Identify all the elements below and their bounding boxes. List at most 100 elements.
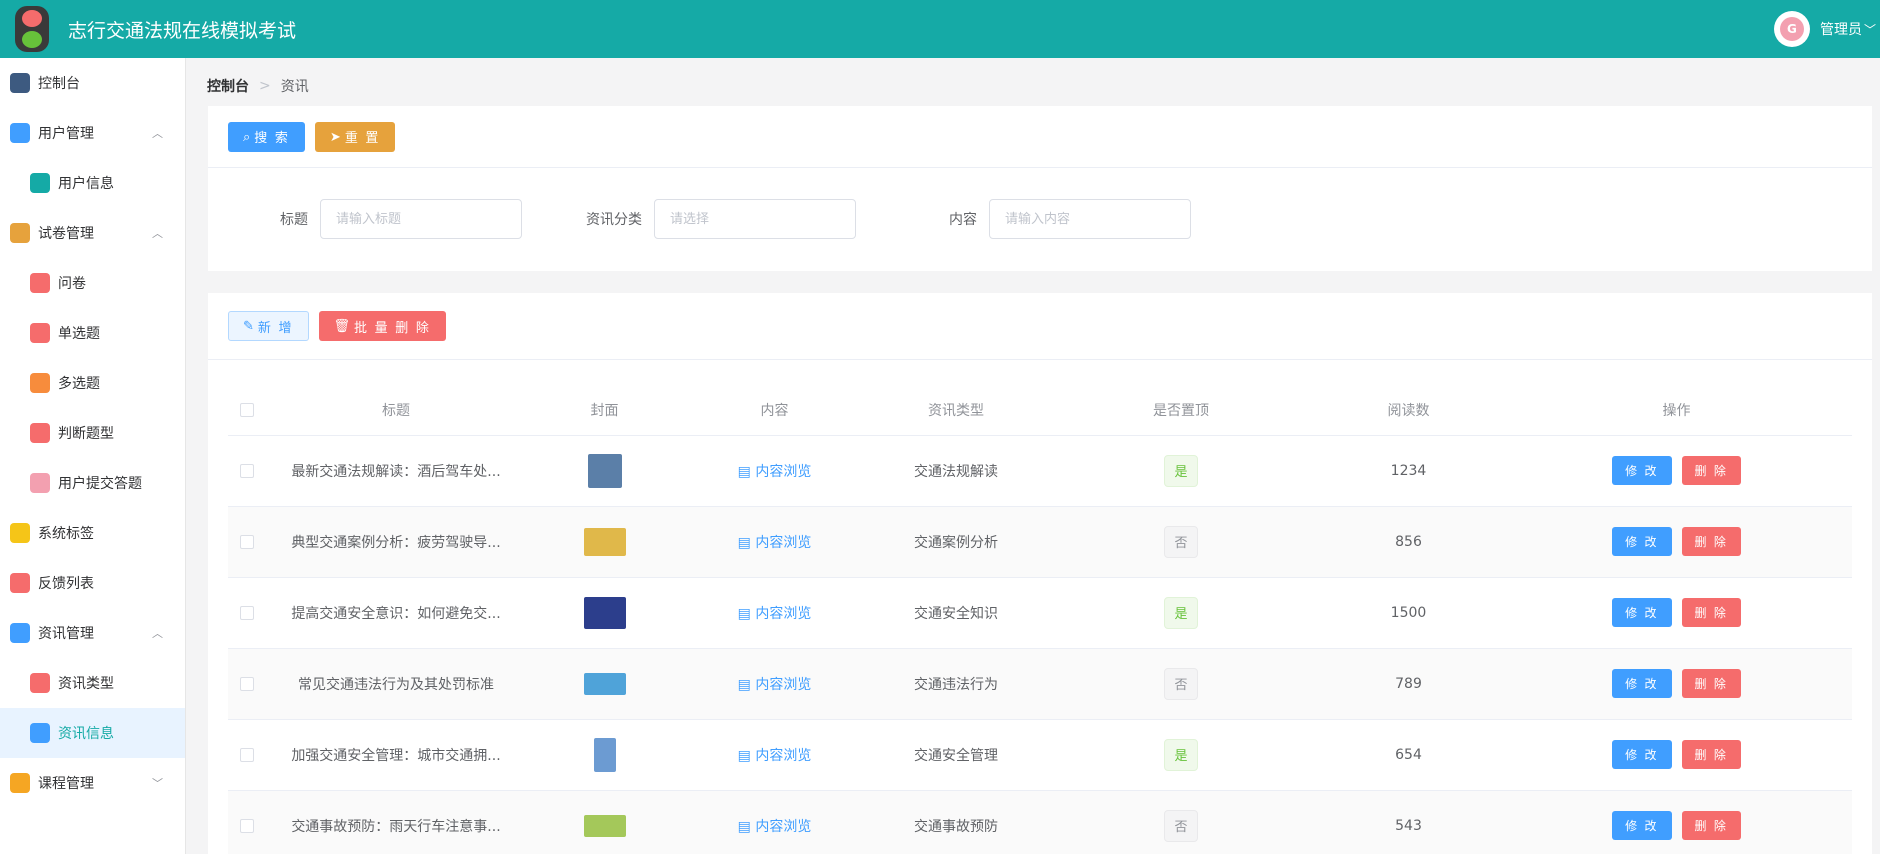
row-checkbox-cell [228, 506, 266, 578]
cover-image[interactable] [583, 596, 626, 629]
view-content-link[interactable]: ▤ 内容浏览 [738, 606, 812, 622]
row-reads: 856 [1316, 506, 1501, 578]
edit-button[interactable]: 修 改 [1612, 740, 1672, 769]
sidebar-item[interactable]: 课程管理 ﹀ [0, 758, 185, 808]
sidebar-item[interactable]: 资讯类型 [0, 658, 185, 708]
sidebar-item[interactable]: 用户管理 ︿ [0, 108, 185, 158]
sidebar-item[interactable]: 试卷管理 ︿ [0, 208, 185, 258]
search-panel: ⌕搜 索 ➤重 置 标题 资讯分类 内容 [208, 106, 1872, 271]
chevron-up-icon[interactable]: ︿ [152, 225, 163, 241]
row-reads: 1500 [1316, 577, 1501, 649]
pinned-badge: 否 [1164, 809, 1198, 842]
sidebar-item-label: 试卷管理 [38, 226, 94, 242]
row-checkbox[interactable] [240, 605, 254, 620]
chevron-up-icon[interactable]: ︿ [152, 625, 163, 641]
cover-image[interactable] [583, 527, 626, 556]
sidebar-item[interactable]: 用户信息 [0, 158, 185, 208]
reset-button[interactable]: ➤ 重 置 [314, 121, 396, 152]
select-all-checkbox[interactable] [240, 402, 254, 417]
sidebar-item[interactable]: 用户提交答题 [0, 458, 185, 508]
sidebar-item[interactable]: 问卷 [0, 258, 185, 308]
cover-image[interactable] [587, 453, 622, 488]
search-form: 标题 资讯分类 内容 [208, 168, 1872, 270]
row-actions: 修 改删 除 [1612, 669, 1741, 698]
sidebar-item[interactable]: 资讯信息 [0, 708, 185, 758]
delete-button[interactable]: 删 除 [1681, 598, 1741, 627]
avatar[interactable]: G [1773, 11, 1810, 47]
row-actions-cell: 修 改删 除 [1501, 648, 1852, 720]
news-type-icon [30, 673, 50, 693]
document-icon: ▤ [737, 747, 756, 764]
title-input[interactable] [320, 199, 522, 239]
edit-button[interactable]: 修 改 [1612, 456, 1672, 485]
view-content-link[interactable]: ▤ 内容浏览 [738, 677, 812, 693]
chevron-down-icon[interactable]: ﹀ [152, 775, 163, 791]
sidebar: 控制台 用户管理 ︿ 用户信息试卷管理 ︿ 问卷 单选题 多选题 判断题型 用户提交答题系统标签反… [0, 58, 186, 854]
row-checkbox[interactable] [240, 747, 254, 762]
row-actions-cell: 修 改删 除 [1501, 719, 1852, 791]
sidebar-item[interactable]: 单选题 [0, 308, 185, 358]
edit-button[interactable]: 修 改 [1612, 598, 1672, 627]
view-content-link[interactable]: ▤ 内容浏览 [738, 535, 812, 551]
row-cover-cell [526, 435, 683, 507]
category-select[interactable] [654, 199, 856, 239]
edit-button[interactable]: 修 改 [1612, 811, 1672, 840]
delete-button[interactable]: 删 除 [1681, 669, 1741, 698]
batch-delete-button[interactable]: 🗑 批 量 删 除 [318, 311, 446, 341]
table-panel: ✎ 新 增 🗑 批 量 删 除 标题 封面 内容 资讯类型 是否置顶 阅读数 操作 … [208, 293, 1872, 854]
table-row: 交通事故预防：雨天行车注意事... ▤ 内容浏览 交通事故预防 否 543 修 改删 除 [228, 790, 1852, 854]
delete-button[interactable]: 删 除 [1681, 527, 1741, 556]
view-content-link[interactable]: ▤ 内容浏览 [738, 748, 812, 764]
sidebar-item[interactable]: 系统标签 [0, 508, 185, 558]
search-button-label: 搜 索 [254, 130, 290, 145]
sidebar-item[interactable]: 反馈列表 [0, 558, 185, 608]
cover-image[interactable] [583, 672, 626, 695]
row-checkbox-cell [228, 648, 266, 720]
delete-button[interactable]: 删 除 [1681, 740, 1741, 769]
view-content-link[interactable]: ▤ 内容浏览 [738, 464, 812, 480]
row-title: 加强交通安全管理：城市交通拥... [266, 719, 526, 791]
user-name[interactable]: 管理员 [1820, 19, 1862, 39]
cover-image[interactable] [593, 737, 616, 772]
row-type: 交通案例分析 [866, 506, 1046, 578]
row-actions: 修 改删 除 [1612, 598, 1741, 627]
sidebar-item[interactable]: 多选题 [0, 358, 185, 408]
breadcrumb: 控制台 > 资讯 [207, 76, 309, 96]
chevron-down-icon[interactable]: ﹀ [1864, 21, 1876, 38]
row-checkbox[interactable] [240, 463, 254, 478]
search-button[interactable]: ⌕ 搜 索 [228, 121, 305, 152]
sidebar-item[interactable]: 判断题型 [0, 408, 185, 458]
breadcrumb-home[interactable]: 控制台 [207, 76, 249, 96]
sidebar-item[interactable]: 资讯管理 ︿ [0, 608, 185, 658]
row-cover-cell [526, 577, 683, 649]
top-header: 志行交通法规在线模拟考试 G 管理员 ﹀ [0, 0, 1880, 58]
row-type: 交通违法行为 [866, 648, 1046, 720]
header-reads: 阅读数 [1316, 385, 1501, 436]
row-pinned-cell: 是 [1046, 719, 1316, 791]
row-checkbox[interactable] [240, 534, 254, 549]
select-all-header [228, 385, 266, 436]
user-info-icon [30, 173, 50, 193]
edit-button[interactable]: 修 改 [1612, 669, 1672, 698]
pinned-badge: 是 [1164, 738, 1198, 771]
sidebar-item[interactable]: 控制台 [0, 58, 185, 108]
delete-button[interactable]: 删 除 [1681, 456, 1741, 485]
user-menu[interactable]: G 管理员 ﹀ [1773, 0, 1880, 58]
row-content-cell: ▤ 内容浏览 [683, 648, 866, 720]
avatar-image: G [1779, 17, 1804, 41]
sidebar-item-label: 系统标签 [38, 526, 94, 542]
row-pinned-cell: 是 [1046, 577, 1316, 649]
cover-image[interactable] [583, 814, 626, 837]
content-form-item: 内容 [856, 199, 1191, 239]
row-checkbox[interactable] [240, 818, 254, 833]
delete-button[interactable]: 删 除 [1681, 811, 1741, 840]
row-checkbox[interactable] [240, 676, 254, 691]
chevron-up-icon[interactable]: ︿ [152, 125, 163, 141]
header-pinned: 是否置顶 [1046, 385, 1316, 436]
row-title: 交通事故预防：雨天行车注意事... [266, 790, 526, 854]
add-button[interactable]: ✎ 新 增 [228, 311, 309, 341]
row-type: 交通事故预防 [866, 790, 1046, 854]
content-input[interactable] [989, 199, 1191, 239]
view-content-link[interactable]: ▤ 内容浏览 [738, 819, 812, 835]
edit-button[interactable]: 修 改 [1612, 527, 1672, 556]
